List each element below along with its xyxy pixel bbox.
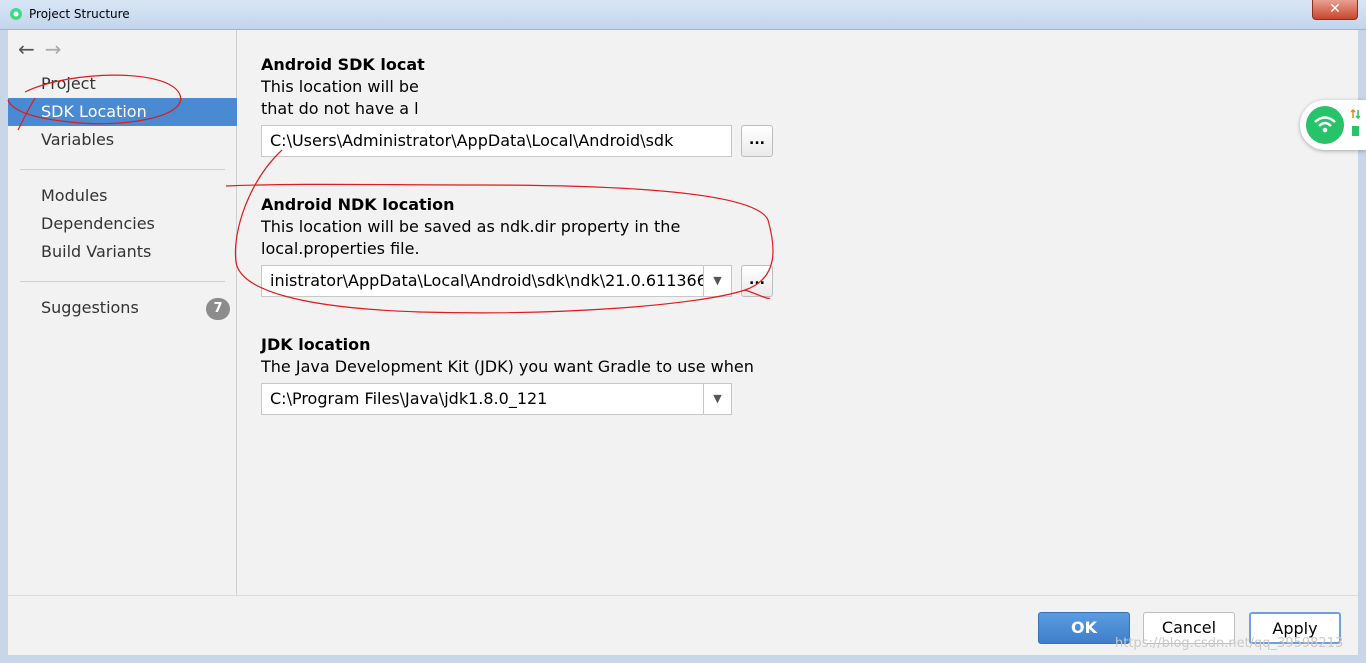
nav-arrows: ← →	[18, 37, 62, 61]
jdk-description-line1: The Java Development Kit (JDK) you want …	[261, 357, 754, 376]
wifi-icon	[1306, 106, 1344, 144]
wifi-widget[interactable]	[1300, 100, 1366, 150]
ndk-browse-button[interactable]: ...	[741, 265, 773, 297]
android-studio-icon	[10, 8, 22, 20]
sidebar-item-modules[interactable]: Modules	[8, 182, 237, 210]
jdk-path-value: C:\Program Files\Java\jdk1.8.0_121	[270, 389, 548, 408]
dialog-body: ← → Project SDK Location Variables Module…	[8, 30, 1358, 655]
close-window-button[interactable]: ✕	[1312, 0, 1358, 20]
sidebar-item-build-variants[interactable]: Build Variants	[8, 238, 237, 266]
chevron-down-icon[interactable]: ▼	[703, 384, 731, 414]
title-bar: Project Structure ✕	[0, 0, 1366, 30]
suggestions-count-badge: 7	[206, 298, 230, 320]
network-status-icon	[1350, 108, 1361, 136]
forward-arrow-icon[interactable]: →	[45, 37, 62, 61]
sidebar-item-sdk-location[interactable]: SDK Location	[8, 98, 237, 126]
jdk-path-combobox[interactable]: C:\Program Files\Java\jdk1.8.0_121 ▼	[261, 383, 732, 415]
chevron-down-icon[interactable]: ▼	[703, 266, 731, 296]
ndk-section-title: Android NDK location	[261, 195, 455, 214]
sidebar-item-suggestions[interactable]: Suggestions	[8, 294, 237, 322]
ndk-description-line1: This location will be saved as ndk.dir p…	[261, 217, 681, 236]
ndk-path-combobox[interactable]: inistrator\AppData\Local\Android\sdk\ndk…	[261, 265, 732, 297]
jdk-section-title: JDK location	[261, 335, 371, 354]
back-arrow-icon[interactable]: ←	[18, 37, 35, 61]
window-title: Project Structure	[29, 7, 130, 21]
sidebar-divider	[20, 169, 225, 170]
sdk-section-title: Android SDK locat	[261, 55, 425, 74]
sdk-location-panel: Android SDK locat This location will be …	[238, 30, 1358, 595]
sidebar-item-variables[interactable]: Variables	[8, 126, 237, 154]
sidebar-divider	[20, 281, 225, 282]
watermark: https://blog.csdn.net/qq_39598213	[1115, 636, 1344, 651]
sidebar-item-dependencies[interactable]: Dependencies	[8, 210, 237, 238]
ndk-path-value: inistrator\AppData\Local\Android\sdk\ndk…	[270, 271, 718, 290]
sdk-description-line1: This location will be	[261, 77, 419, 96]
ndk-description-line2: local.properties file.	[261, 239, 420, 258]
sdk-description-line2: that do not have a l	[261, 99, 419, 118]
sdk-path-input[interactable]: C:\Users\Administrator\AppData\Local\And…	[261, 125, 732, 157]
sdk-browse-button[interactable]: ...	[741, 125, 773, 157]
sidebar: ← → Project SDK Location Variables Module…	[8, 30, 237, 595]
sidebar-item-project[interactable]: Project	[8, 70, 237, 98]
